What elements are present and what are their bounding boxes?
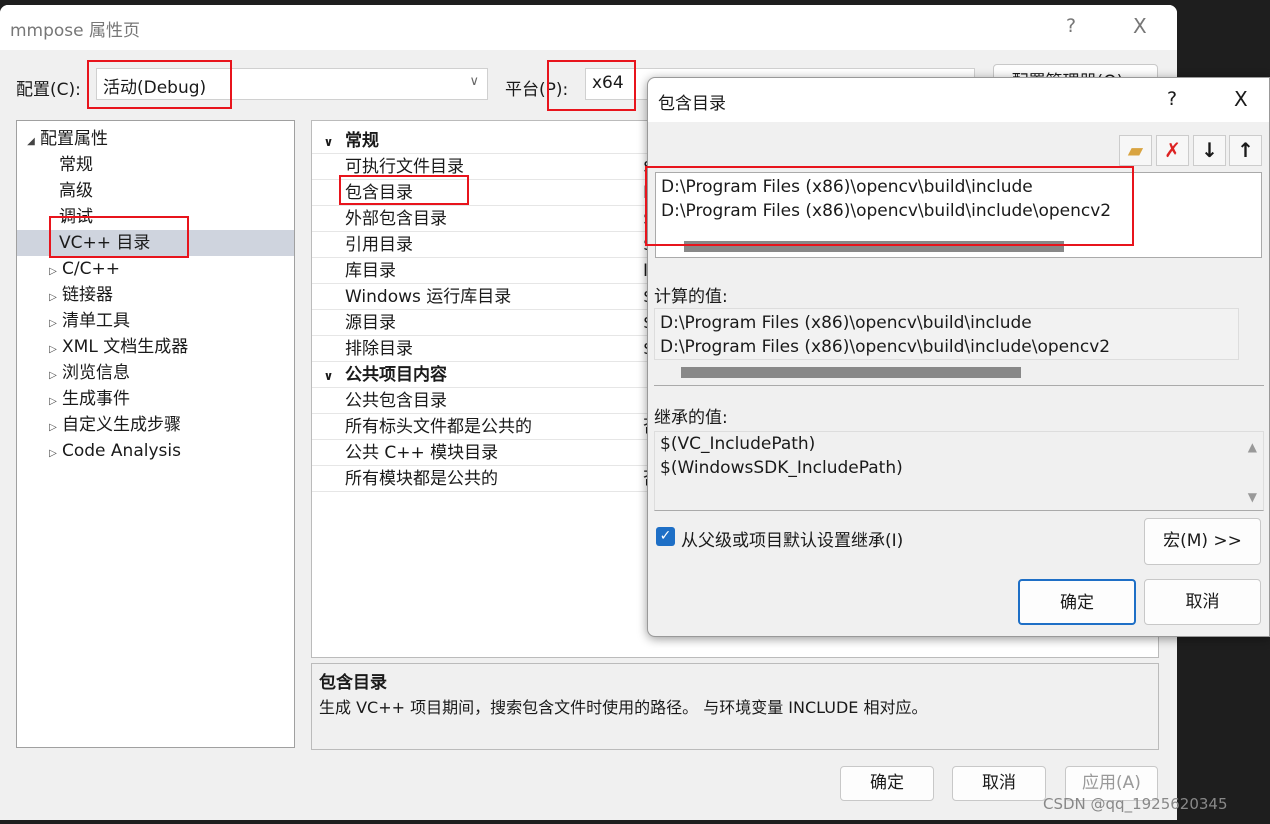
description-title: 包含目录 bbox=[319, 673, 387, 693]
tree-item-label: 生成事件 bbox=[62, 389, 130, 409]
property-name: 库目录 bbox=[345, 261, 396, 281]
watermark: CSDN @qq_1925620345 bbox=[1043, 795, 1228, 813]
collapse-icon[interactable]: ∨ bbox=[312, 129, 345, 155]
computed-item: D:\Program Files (x86)\opencv\build\incl… bbox=[660, 313, 1032, 333]
list-item[interactable]: D:\Program Files (x86)\opencv\build\incl… bbox=[656, 175, 1261, 199]
scroll-up-icon[interactable]: ▲ bbox=[1248, 440, 1257, 454]
tree-item[interactable]: ▷ 浏览信息 bbox=[17, 360, 294, 386]
tree-item-label: 调试 bbox=[59, 207, 93, 227]
tree-item[interactable]: 高级 bbox=[17, 178, 294, 204]
inherited-item: $(WindowsSDK_IncludePath) bbox=[660, 458, 903, 478]
property-name: Windows 运行库目录 bbox=[345, 287, 512, 307]
platform-label: 平台(P): bbox=[505, 80, 569, 100]
dialog-title-bar: 包含目录 ? X bbox=[648, 78, 1269, 122]
new-folder-icon[interactable]: ▰ bbox=[1119, 135, 1152, 166]
tree-item[interactable]: ▷ Code Analysis bbox=[17, 438, 294, 464]
tree-item[interactable]: ◢ 配置属性 bbox=[17, 126, 294, 152]
description-text: 生成 VC++ 项目期间，搜索包含文件时使用的路径。 与环境变量 INCLUDE… bbox=[319, 698, 928, 717]
title-bar: mmpose 属性页 ? X bbox=[0, 5, 1177, 50]
cancel-button[interactable]: 取消 bbox=[952, 766, 1046, 801]
inherit-checkbox-label: 从父级或项目默认设置继承(I) bbox=[681, 531, 904, 551]
inherited-label: 继承的值: bbox=[654, 408, 728, 428]
category-label: 常规 bbox=[345, 131, 379, 151]
tree-item[interactable]: ▷ 自定义生成步骤 bbox=[17, 412, 294, 438]
category-label: 公共项目内容 bbox=[345, 365, 447, 385]
chevron-down-icon: ∨ bbox=[469, 74, 479, 89]
tree-item[interactable]: ▷ 清单工具 bbox=[17, 308, 294, 334]
property-name: 所有标头文件都是公共的 bbox=[345, 417, 532, 437]
property-name: 所有模块都是公共的 bbox=[345, 469, 498, 489]
collapsed-icon[interactable]: ▷ bbox=[44, 441, 62, 467]
property-name: 公共包含目录 bbox=[345, 391, 447, 411]
dialog-ok-button[interactable]: 确定 bbox=[1018, 579, 1136, 625]
move-up-icon[interactable]: ↑ bbox=[1229, 135, 1262, 166]
dialog-close-button[interactable]: X bbox=[1234, 87, 1248, 111]
tree-item-label: XML 文档生成器 bbox=[62, 337, 189, 357]
tree-item-label: 配置属性 bbox=[40, 129, 108, 149]
property-name: 源目录 bbox=[345, 313, 396, 333]
tree-item-label: 浏览信息 bbox=[62, 363, 130, 383]
property-name: 外部包含目录 bbox=[345, 209, 447, 229]
tree-item[interactable]: ▷ 生成事件 bbox=[17, 386, 294, 412]
inherited-values: $(VC_IncludePath) $(WindowsSDK_IncludePa… bbox=[654, 431, 1264, 511]
tree-item-label: 清单工具 bbox=[62, 311, 130, 331]
dialog-help-button[interactable]: ? bbox=[1167, 88, 1177, 110]
list-item[interactable]: D:\Program Files (x86)\opencv\build\incl… bbox=[656, 199, 1261, 223]
include-entries-list[interactable]: D:\Program Files (x86)\opencv\build\incl… bbox=[655, 172, 1262, 258]
tree-item-label: 高级 bbox=[59, 181, 93, 201]
window-title: mmpose 属性页 bbox=[10, 21, 141, 41]
computed-values: D:\Program Files (x86)\opencv\build\incl… bbox=[654, 308, 1264, 386]
move-down-icon[interactable]: ↓ bbox=[1193, 135, 1226, 166]
inherited-item: $(VC_IncludePath) bbox=[660, 434, 816, 454]
platform-value: x64 bbox=[592, 73, 624, 93]
computed-label: 计算的值: bbox=[654, 287, 728, 307]
horizontal-scrollbar[interactable] bbox=[684, 241, 1064, 252]
property-name: 公共 C++ 模块目录 bbox=[345, 443, 499, 463]
macros-button[interactable]: 宏(M) >> bbox=[1144, 518, 1261, 565]
property-name: 可执行文件目录 bbox=[345, 157, 464, 177]
help-button[interactable]: ? bbox=[1066, 15, 1076, 37]
ok-button[interactable]: 确定 bbox=[840, 766, 934, 801]
tree-item-label: 链接器 bbox=[62, 285, 113, 305]
description-panel: 包含目录 生成 VC++ 项目期间，搜索包含文件时使用的路径。 与环境变量 IN… bbox=[311, 663, 1159, 750]
tree-item-label: C/C++ bbox=[62, 259, 120, 279]
close-button[interactable]: X bbox=[1133, 14, 1147, 38]
tree-item-label: VC++ 目录 bbox=[59, 233, 151, 253]
config-value: 活动(Debug) bbox=[103, 78, 207, 98]
tree-item[interactable]: ▷ 链接器 bbox=[17, 282, 294, 308]
tree-item[interactable]: 常规 bbox=[17, 152, 294, 178]
delete-icon[interactable]: ✗ bbox=[1156, 135, 1189, 166]
scroll-down-icon[interactable]: ▼ bbox=[1248, 490, 1257, 504]
tree-item[interactable]: ▷ XML 文档生成器 bbox=[17, 334, 294, 360]
tree-item-label: Code Analysis bbox=[62, 441, 181, 461]
inherit-checkbox[interactable]: ✓ bbox=[656, 527, 675, 546]
tree-item[interactable]: VC++ 目录 bbox=[17, 230, 294, 256]
config-label: 配置(C): bbox=[16, 80, 81, 100]
dialog-cancel-button[interactable]: 取消 bbox=[1144, 579, 1261, 625]
tree-item-label: 常规 bbox=[59, 155, 93, 175]
computed-item: D:\Program Files (x86)\opencv\build\incl… bbox=[660, 337, 1111, 357]
property-name: 引用目录 bbox=[345, 235, 413, 255]
property-name: 排除目录 bbox=[345, 339, 413, 359]
category-tree: ◢ 配置属性 常规 高级 调试 VC++ 目录 ▷ C/C++ ▷ 链接器 ▷ 清单工具 ▷ XML 文档… bbox=[16, 120, 295, 748]
tree-item[interactable]: 调试 bbox=[17, 204, 294, 230]
horizontal-scrollbar[interactable] bbox=[681, 367, 1021, 378]
collapse-icon[interactable]: ∨ bbox=[312, 363, 345, 389]
dialog-title: 包含目录 bbox=[658, 94, 726, 114]
tree-item[interactable]: ▷ C/C++ bbox=[17, 256, 294, 282]
property-name: 包含目录 bbox=[345, 183, 413, 203]
tree-item-label: 自定义生成步骤 bbox=[62, 415, 181, 435]
config-select[interactable]: 活动(Debug) ∨ bbox=[96, 68, 488, 100]
